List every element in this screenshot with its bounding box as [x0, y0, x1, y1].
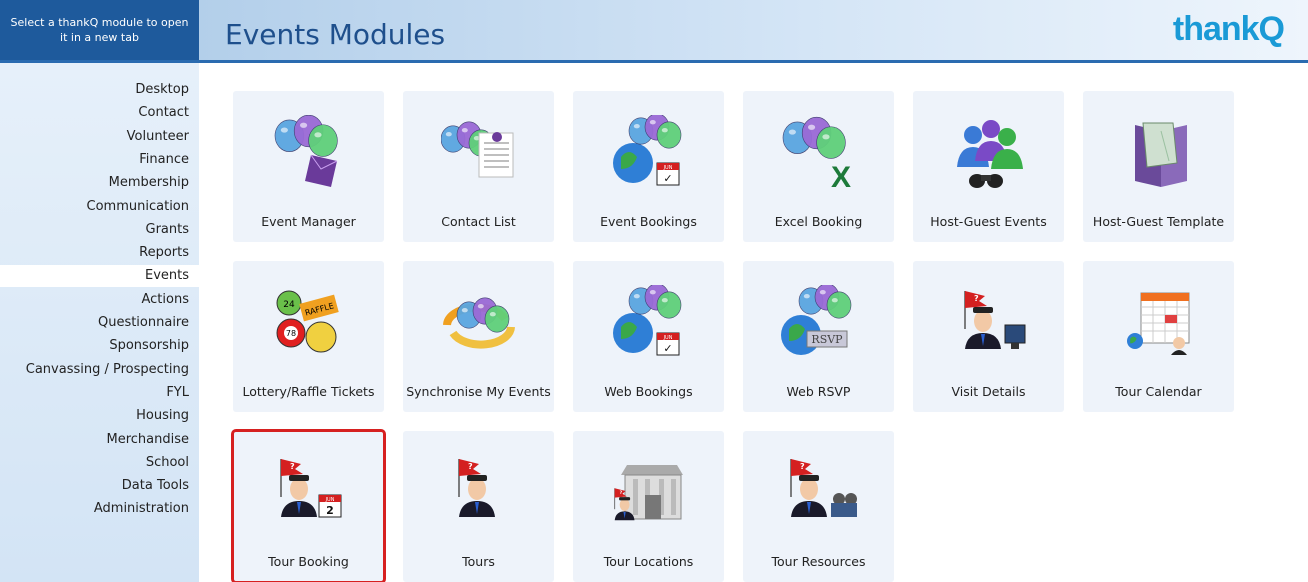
- module-tile-tour-calendar[interactable]: Tour Calendar: [1083, 261, 1234, 412]
- svg-text:?: ?: [290, 462, 295, 471]
- svg-text:78: 78: [286, 329, 296, 338]
- balloons-list-icon: [440, 115, 517, 191]
- module-label: Web RSVP: [786, 384, 851, 399]
- thankq-logo: thankQ: [1172, 10, 1285, 48]
- svg-text:✓: ✓: [663, 342, 672, 355]
- svg-text:✓: ✓: [663, 172, 672, 185]
- tour-guide-icon: ?: [441, 455, 517, 531]
- module-tile-tour-booking[interactable]: ? JUN 2 Tour Booking: [231, 429, 386, 582]
- module-label: Tour Calendar: [1115, 384, 1202, 399]
- sidebar-item-contact[interactable]: Contact: [0, 102, 189, 124]
- module-label: Web Bookings: [604, 384, 693, 399]
- sidebar-item-reports[interactable]: Reports: [0, 242, 189, 264]
- page-title: Events Modules: [225, 18, 446, 51]
- svg-text:RSVP: RSVP: [811, 333, 843, 346]
- svg-text:?: ?: [468, 462, 473, 471]
- globe-balloons-calendar-icon: JUN ✓: [611, 113, 687, 191]
- svg-text:?: ?: [800, 462, 805, 471]
- module-tile-excel-booking[interactable]: X Excel Booking: [743, 91, 894, 242]
- module-hint: Select a thankQ module to open it in a n…: [0, 0, 199, 60]
- header-banner: Events Modules thankQ: [199, 0, 1308, 60]
- module-label: Tour Resources: [771, 554, 866, 569]
- sidebar-item-membership[interactable]: Membership: [0, 172, 189, 194]
- module-tile-tours[interactable]: ? Tours: [403, 431, 554, 582]
- module-tile-event-manager[interactable]: Event Manager: [233, 91, 384, 242]
- module-label: Event Manager: [261, 214, 356, 229]
- guide-projector-icon: ?: [781, 455, 857, 531]
- svg-text:?: ?: [974, 294, 979, 303]
- module-label: Tour Booking: [268, 554, 349, 569]
- module-grid: Event Manager Contact List JUN ✓ Event Bo…: [199, 63, 1308, 582]
- balloons-excel-icon: X: [781, 115, 857, 194]
- sidebar-item-grants[interactable]: Grants: [0, 219, 190, 241]
- sidebar-item-questionnaire[interactable]: Questionnaire: [0, 312, 189, 334]
- module-tile-host-guest-template[interactable]: Host-Guest Template: [1083, 91, 1234, 242]
- globe-balloons-calendar-icon: JUN ✓: [611, 283, 687, 361]
- module-label: Event Bookings: [600, 214, 697, 229]
- module-tile-lottery-raffle-tickets[interactable]: 24 RAFFLE 78 Lottery/Raffle Tickets: [233, 261, 384, 412]
- svg-text:X: X: [831, 161, 851, 191]
- sidebar-item-canvassing-prospecting[interactable]: Canvassing / Prospecting: [0, 359, 189, 381]
- tour-calendar-icon: [1121, 285, 1197, 361]
- module-tile-web-bookings[interactable]: JUN ✓ Web Bookings: [573, 261, 724, 412]
- event-template-icon: [1121, 115, 1197, 191]
- sidebar-item-administration[interactable]: Administration: [0, 498, 189, 520]
- module-label: Contact List: [441, 214, 516, 229]
- module-tile-host-guest-events[interactable]: Host-Guest Events: [913, 91, 1064, 242]
- sync-balloons-icon: [441, 285, 517, 361]
- people-binoculars-icon: [951, 115, 1027, 191]
- module-tile-synchronise-my-events[interactable]: Synchronise My Events: [403, 261, 554, 412]
- sidebar-item-fyl[interactable]: FYL: [0, 382, 189, 404]
- svg-text:2: 2: [326, 504, 334, 517]
- svg-text:JUN: JUN: [663, 335, 673, 341]
- guide-calendar-icon: ? JUN 2: [271, 455, 347, 531]
- module-tile-tour-locations[interactable]: ? Tour Locations: [573, 431, 724, 582]
- svg-text:24: 24: [283, 300, 295, 310]
- sidebar-item-school[interactable]: School: [0, 452, 189, 474]
- sidebar: Desktop Contact Volunteer Finance Membership…: [0, 63, 199, 582]
- sidebar-item-merchandise[interactable]: Merchandise: [0, 429, 189, 451]
- svg-text:JUN: JUN: [663, 165, 673, 171]
- module-tile-contact-list[interactable]: Contact List: [403, 91, 554, 242]
- sidebar-item-finance[interactable]: Finance: [0, 149, 189, 171]
- module-label: Host-Guest Events: [930, 214, 1047, 229]
- sidebar-item-data-tools[interactable]: Data Tools: [0, 475, 189, 497]
- sidebar-item-actions[interactable]: Actions: [0, 289, 190, 311]
- module-label: Tour Locations: [603, 554, 694, 569]
- svg-text:JUN: JUN: [325, 497, 335, 503]
- module-label: Tours: [462, 554, 495, 569]
- sidebar-item-housing[interactable]: Housing: [0, 405, 189, 427]
- globe-balloons-rsvp-icon: RSVP: [781, 283, 857, 361]
- lottery-balls-icon: 24 RAFFLE 78: [271, 285, 347, 361]
- sidebar-item-desktop[interactable]: Desktop: [0, 79, 189, 101]
- module-tile-event-bookings[interactable]: JUN ✓ Event Bookings: [573, 91, 724, 242]
- svg-text:?: ?: [620, 490, 623, 496]
- building-guide-icon: ?: [611, 455, 687, 531]
- module-label: Host-Guest Template: [1092, 214, 1225, 229]
- module-tile-tour-resources[interactable]: ? Tour Resources: [743, 431, 894, 582]
- header: Select a thankQ module to open it in a n…: [0, 0, 1308, 60]
- module-label: Visit Details: [951, 384, 1026, 399]
- module-label: Excel Booking: [774, 214, 863, 229]
- module-tile-visit-details[interactable]: ? Visit Details: [913, 261, 1064, 412]
- sidebar-item-volunteer[interactable]: Volunteer: [0, 126, 189, 148]
- guide-monitor-icon: ?: [951, 285, 1027, 361]
- module-label: Synchronise My Events: [406, 384, 551, 399]
- module-label: Lottery/Raffle Tickets: [242, 384, 375, 399]
- sidebar-item-events[interactable]: Events: [0, 265, 199, 288]
- sidebar-item-sponsorship[interactable]: Sponsorship: [0, 335, 189, 357]
- sidebar-item-communication[interactable]: Communication: [0, 196, 189, 218]
- balloons-envelope-icon: [271, 114, 347, 191]
- module-tile-web-rsvp[interactable]: RSVP Web RSVP: [743, 261, 894, 412]
